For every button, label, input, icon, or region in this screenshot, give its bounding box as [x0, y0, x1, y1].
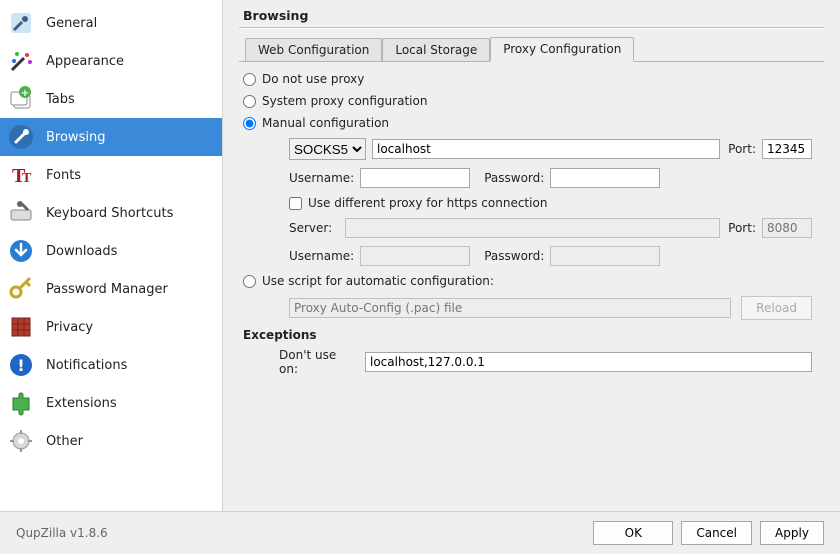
- brush-icon: [6, 46, 36, 76]
- https-password-input: [550, 246, 660, 266]
- radio-row-no-proxy: Do not use proxy: [243, 72, 820, 86]
- sidebar-item-label: Privacy: [46, 320, 93, 335]
- https-username-label: Username:: [289, 249, 354, 263]
- svg-text:+: +: [21, 88, 29, 99]
- https-server-label: Server:: [289, 221, 339, 235]
- proxy-panel: Do not use proxy System proxy configurat…: [239, 62, 824, 394]
- radio-label: Do not use proxy: [262, 72, 364, 86]
- port-label: Port:: [728, 142, 756, 156]
- diff-https-row: Use different proxy for https connection: [289, 196, 812, 210]
- https-port-input: [762, 218, 812, 238]
- sidebar-item-other[interactable]: Other: [0, 422, 222, 460]
- sidebar-item-downloads[interactable]: Downloads: [0, 232, 222, 270]
- tabs-icon: +: [6, 84, 36, 114]
- sidebar-item-label: Browsing: [46, 130, 105, 145]
- fonts-icon: TT: [6, 160, 36, 190]
- tools-icon: [6, 8, 36, 38]
- radio-label: System proxy configuration: [262, 94, 427, 108]
- proxy-type-select[interactable]: SOCKS5: [289, 138, 366, 160]
- sidebar-item-label: Appearance: [46, 54, 124, 69]
- keyboard-icon: [6, 198, 36, 228]
- exceptions-row: Don't use on:: [279, 348, 812, 376]
- https-host-row: Server: Port:: [289, 218, 812, 238]
- sidebar-item-notifications[interactable]: ! Notifications: [0, 346, 222, 384]
- tabbar: Web Configuration Local Storage Proxy Co…: [239, 37, 824, 62]
- sidebar: General Appearance + Tabs Browsing TT Fo…: [0, 0, 223, 511]
- sidebar-item-general[interactable]: General: [0, 4, 222, 42]
- https-port-label: Port:: [728, 221, 756, 235]
- sidebar-item-label: Password Manager: [46, 282, 168, 297]
- puzzle-icon: [6, 388, 36, 418]
- manual-host-row: SOCKS5 Port:: [289, 138, 812, 160]
- proxy-username-input[interactable]: [360, 168, 470, 188]
- sidebar-item-label: Notifications: [46, 358, 127, 373]
- radio-system-proxy[interactable]: [243, 95, 256, 108]
- radio-label: Use script for automatic configuration:: [262, 274, 494, 288]
- https-password-label: Password:: [484, 249, 544, 263]
- sidebar-item-label: Downloads: [46, 244, 117, 259]
- tab-web-configuration[interactable]: Web Configuration: [245, 38, 382, 62]
- tab-local-storage[interactable]: Local Storage: [382, 38, 490, 62]
- radio-label: Manual configuration: [262, 116, 389, 130]
- privacy-icon: [6, 312, 36, 342]
- exceptions-title: Exceptions: [243, 328, 820, 342]
- radio-row-system: System proxy configuration: [243, 94, 820, 108]
- proxy-port-input[interactable]: [762, 139, 812, 159]
- sidebar-item-fonts[interactable]: TT Fonts: [0, 156, 222, 194]
- sidebar-item-password[interactable]: Password Manager: [0, 270, 222, 308]
- sidebar-item-privacy[interactable]: Privacy: [0, 308, 222, 346]
- sidebar-item-label: Tabs: [46, 92, 75, 107]
- wrench-icon: [6, 122, 36, 152]
- sidebar-item-extensions[interactable]: Extensions: [0, 384, 222, 422]
- https-username-input: [360, 246, 470, 266]
- sidebar-item-label: Extensions: [46, 396, 117, 411]
- sidebar-item-browsing[interactable]: Browsing: [0, 118, 222, 156]
- radio-row-manual: Manual configuration: [243, 116, 820, 130]
- sidebar-item-label: Keyboard Shortcuts: [46, 206, 173, 221]
- svg-text:T: T: [22, 171, 32, 186]
- alert-icon: !: [6, 350, 36, 380]
- password-label: Password:: [484, 171, 544, 185]
- gear-icon: [6, 426, 36, 456]
- sidebar-item-label: Other: [46, 434, 83, 449]
- radio-manual-proxy[interactable]: [243, 117, 256, 130]
- key-icon: [6, 274, 36, 304]
- proxy-host-input[interactable]: [372, 139, 720, 159]
- sidebar-item-label: General: [46, 16, 97, 31]
- radio-script-proxy[interactable]: [243, 275, 256, 288]
- exceptions-label: Don't use on:: [279, 348, 359, 376]
- content-area: Browsing Web Configuration Local Storage…: [223, 0, 840, 511]
- diff-https-checkbox[interactable]: [289, 197, 302, 210]
- page-title: Browsing: [243, 8, 824, 23]
- app-version: QupZilla v1.8.6: [16, 526, 108, 540]
- pac-file-input: [289, 298, 731, 318]
- diff-https-label: Use different proxy for https connection: [308, 196, 547, 210]
- sidebar-item-appearance[interactable]: Appearance: [0, 42, 222, 80]
- radio-row-script: Use script for automatic configuration:: [243, 274, 820, 288]
- https-server-input: [345, 218, 720, 238]
- reload-button: Reload: [741, 296, 812, 320]
- svg-text:!: !: [17, 356, 24, 375]
- radio-no-proxy[interactable]: [243, 73, 256, 86]
- username-label: Username:: [289, 171, 354, 185]
- apply-button[interactable]: Apply: [760, 521, 824, 545]
- tab-proxy-configuration[interactable]: Proxy Configuration: [490, 37, 634, 62]
- ok-button[interactable]: OK: [593, 521, 673, 545]
- cancel-button[interactable]: Cancel: [681, 521, 752, 545]
- download-icon: [6, 236, 36, 266]
- sidebar-item-label: Fonts: [46, 168, 81, 183]
- https-auth-row: Username: Password:: [289, 246, 812, 266]
- manual-auth-row: Username: Password:: [289, 168, 812, 188]
- exceptions-input[interactable]: [365, 352, 812, 372]
- proxy-password-input[interactable]: [550, 168, 660, 188]
- script-row: Reload: [289, 296, 812, 320]
- divider: [239, 27, 824, 29]
- sidebar-item-tabs[interactable]: + Tabs: [0, 80, 222, 118]
- sidebar-item-keyboard[interactable]: Keyboard Shortcuts: [0, 194, 222, 232]
- bottom-bar: QupZilla v1.8.6 OK Cancel Apply: [0, 511, 840, 554]
